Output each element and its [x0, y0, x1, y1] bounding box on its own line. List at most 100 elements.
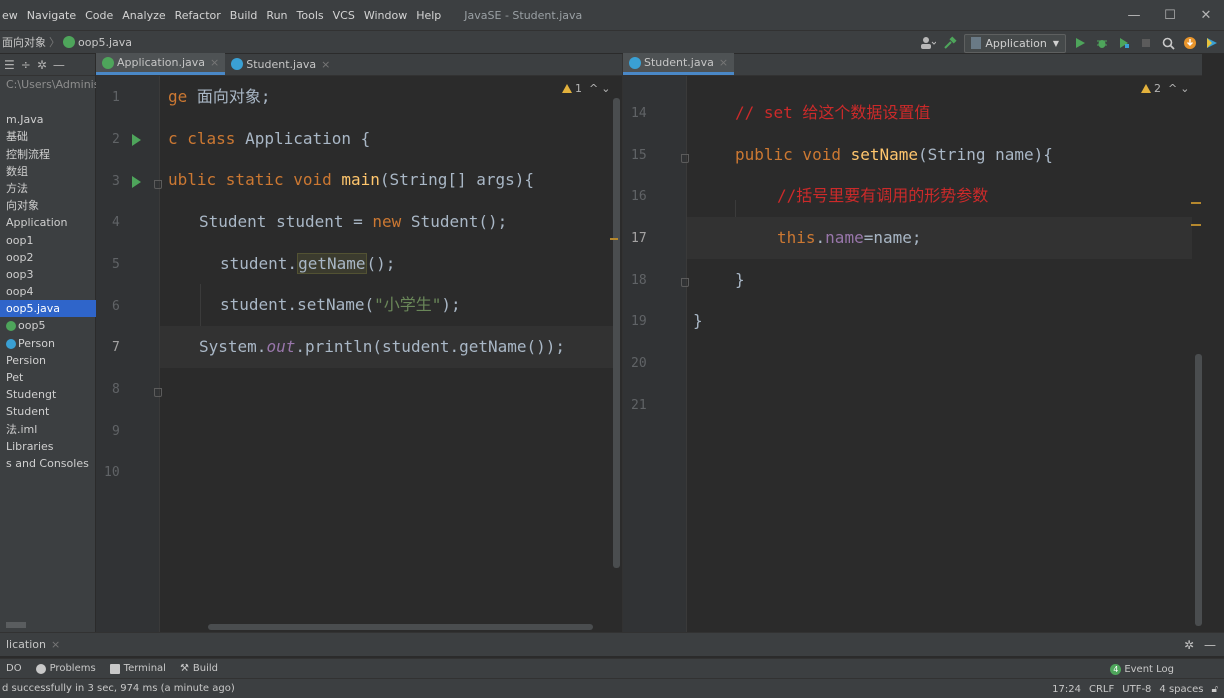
tree-item[interactable]: oop1 — [0, 232, 96, 249]
tab-student-java[interactable]: Student.java × — [225, 53, 336, 75]
tree-item[interactable]: Application — [0, 214, 96, 231]
project-path[interactable]: C:\Users\Adminis — [0, 76, 96, 93]
line-separator[interactable]: CRLF — [1089, 684, 1114, 695]
status-message[interactable]: d successfully in 3 sec, 974 ms (a minut… — [0, 683, 235, 694]
code-area[interactable]: // set 给这个数据设置值 public void setName(Stri… — [687, 76, 1192, 632]
tree-item[interactable]: 法.iml — [0, 421, 96, 438]
tree-item[interactable]: 基础 — [0, 128, 96, 145]
menu-refactor[interactable]: Refactor — [175, 9, 221, 22]
code-line: Student student = new Student(); — [160, 201, 614, 243]
close-icon[interactable]: × — [719, 56, 728, 69]
tree-item[interactable]: m.Java — [0, 111, 96, 128]
line-gutter[interactable]: 14 15 16 17 18 19 20 21 — [623, 76, 689, 632]
tree-item[interactable]: oop2 — [0, 249, 96, 266]
tree-item[interactable]: Pet — [0, 369, 96, 386]
code-comment: //括号里要有调用的形势参数 — [777, 186, 989, 205]
tool-tab-build[interactable]: ⚒ Build — [180, 663, 218, 674]
tree-item[interactable]: 方法 — [0, 180, 96, 197]
chevron-down-icon[interactable]: ⌄ — [1180, 82, 1189, 95]
editor-application: Application.java × Student.java × 1 2 3 … — [96, 53, 622, 632]
tree-item[interactable]: 控制流程 — [0, 146, 96, 163]
stop-icon[interactable] — [1138, 35, 1154, 51]
menu-view[interactable]: ew — [2, 9, 18, 22]
hide-icon[interactable]: — — [1204, 638, 1216, 652]
tool-tab-todo[interactable]: DO — [6, 663, 22, 674]
caret-position[interactable]: 17:24 — [1052, 684, 1081, 695]
run-gutter-icon[interactable] — [132, 176, 141, 188]
tab-application-java[interactable]: Application.java × — [96, 53, 226, 75]
close-icon[interactable]: × — [210, 56, 219, 69]
breadcrumb-package[interactable]: 面向对象 — [2, 34, 46, 50]
run-configuration-select[interactable]: Application ▼ — [964, 33, 1066, 53]
menu-code[interactable]: Code — [85, 9, 113, 22]
scroll-marker[interactable] — [1191, 224, 1201, 226]
file-encoding[interactable]: UTF-8 — [1122, 684, 1151, 695]
coverage-icon[interactable] — [1116, 35, 1132, 51]
vertical-scrollbar[interactable] — [613, 98, 620, 568]
menu-build[interactable]: Build — [230, 9, 258, 22]
tree-item[interactable]: Persion — [0, 352, 96, 369]
tree-item[interactable]: 向对象 — [0, 197, 96, 214]
tab-student-java[interactable]: Student.java × — [623, 53, 735, 75]
menu-analyze[interactable]: Analyze — [122, 9, 165, 22]
breadcrumb-file[interactable]: oop5.java — [78, 36, 132, 49]
scroll-marker[interactable] — [1191, 202, 1201, 204]
chevron-up-icon[interactable]: ^ — [1168, 82, 1177, 95]
tab-run-application[interactable]: lication × — [0, 634, 66, 656]
vertical-scrollbar[interactable] — [1195, 354, 1202, 626]
user-icon[interactable] — [920, 35, 937, 51]
tree-item[interactable]: oop4 — [0, 283, 96, 300]
menu-vcs[interactable]: VCS — [333, 9, 355, 22]
event-log-button[interactable]: 4 Event Log — [1110, 659, 1174, 679]
menu-help[interactable]: Help — [416, 9, 441, 22]
code-area[interactable]: ge 面向对象; c class Application { ublic sta… — [160, 76, 614, 632]
close-icon[interactable]: ✕ — [1188, 8, 1224, 23]
tab-label: lication — [6, 638, 46, 651]
code-token: "小学生" — [374, 295, 442, 314]
tree-item[interactable]: Studengt — [0, 386, 96, 403]
code-token: =name; — [863, 228, 922, 247]
tool-tab-terminal[interactable]: Terminal — [109, 663, 166, 674]
inspection-widget[interactable]: 1 ^ ⌄ — [562, 82, 610, 95]
tree-item[interactable]: s and Consoles — [0, 455, 96, 472]
hide-icon[interactable]: — — [53, 58, 65, 72]
tree-item-class[interactable]: Person — [0, 335, 96, 352]
tree-item[interactable]: 数组 — [0, 163, 96, 180]
horizontal-scrollbar[interactable] — [208, 624, 593, 630]
hammer-icon[interactable] — [942, 35, 958, 51]
tree-item[interactable]: Student — [0, 403, 96, 420]
tree-item-class[interactable]: oop5 — [0, 317, 96, 334]
menu-run[interactable]: Run — [266, 9, 287, 22]
maximize-icon[interactable]: ☐ — [1152, 8, 1188, 23]
close-icon[interactable]: × — [321, 58, 330, 71]
menu-tools[interactable]: Tools — [297, 9, 324, 22]
gear-icon[interactable]: ✲ — [37, 58, 47, 72]
run-icon[interactable] — [1072, 35, 1088, 51]
tree-item[interactable]: oop3 — [0, 266, 96, 283]
expand-all-icon[interactable]: ÷ — [21, 58, 31, 72]
gear-icon[interactable]: ✲ — [1184, 638, 1194, 652]
lock-icon[interactable]: 🔓︎ — [1212, 684, 1218, 695]
tree-item-selected[interactable]: oop5.java — [0, 300, 96, 318]
update-icon[interactable] — [1182, 35, 1198, 51]
code-token: (String name){ — [918, 145, 1053, 164]
menu-window[interactable]: Window — [364, 9, 407, 22]
horizontal-scrollbar[interactable] — [6, 622, 26, 628]
scroll-marker[interactable] — [610, 238, 618, 240]
plugin-icon[interactable] — [1204, 35, 1220, 51]
line-gutter[interactable]: 1 2 3 4 5 6 7 8 9 10 — [96, 76, 162, 632]
indent-setting[interactable]: 4 spaces — [1159, 684, 1203, 695]
close-icon[interactable]: × — [51, 638, 60, 651]
run-gutter-icon[interactable] — [132, 134, 141, 146]
chevron-down-icon[interactable]: ⌄ — [601, 82, 610, 95]
inspection-widget[interactable]: 2 ^ ⌄ — [1141, 82, 1189, 95]
minimize-icon[interactable]: — — [1116, 8, 1152, 23]
menu-navigate[interactable]: Navigate — [27, 9, 76, 22]
debug-icon[interactable] — [1094, 35, 1110, 51]
tool-tab-problems[interactable]: Problems — [35, 663, 96, 674]
chevron-up-icon[interactable]: ^ — [589, 82, 598, 95]
collapse-all-icon[interactable]: ☰ — [4, 58, 15, 72]
search-icon[interactable] — [1160, 35, 1176, 51]
code-comment: // set 给这个数据设置值 — [735, 103, 931, 122]
tree-item[interactable]: Libraries — [0, 438, 96, 455]
